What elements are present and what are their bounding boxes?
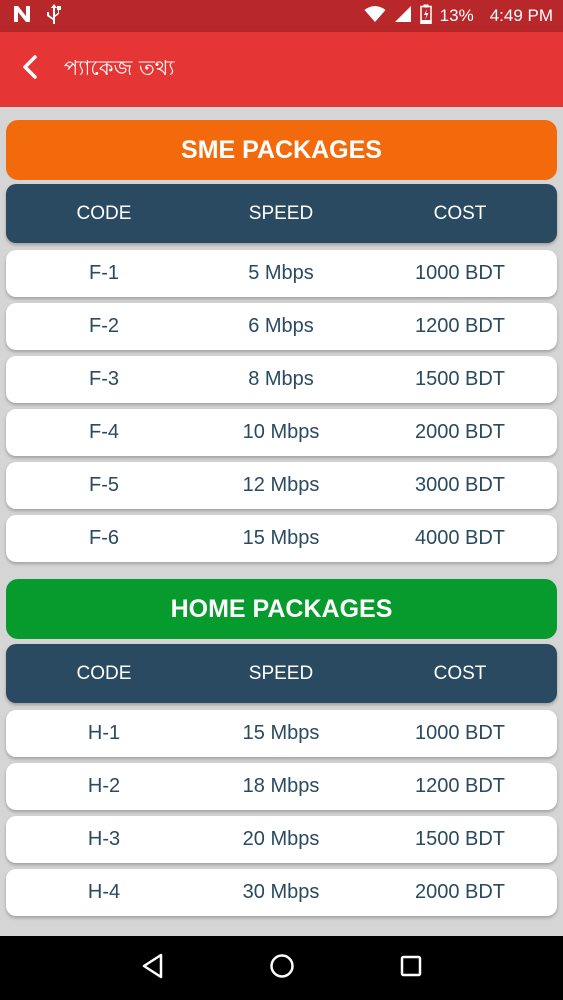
triangle-back-icon bbox=[141, 953, 165, 984]
table-row[interactable]: H-2 18 Mbps 1200 BDT bbox=[6, 763, 557, 810]
code-column-header: CODE bbox=[76, 662, 132, 684]
package-speed: 18 Mbps bbox=[242, 775, 320, 797]
chevron-left-icon bbox=[21, 54, 39, 85]
package-code: F-6 bbox=[89, 527, 119, 549]
package-code: H-2 bbox=[87, 775, 121, 797]
package-cost: 1000 BDT bbox=[414, 722, 506, 744]
package-speed: 15 Mbps bbox=[242, 527, 320, 549]
package-speed: 10 Mbps bbox=[242, 421, 320, 443]
package-code: F-2 bbox=[89, 315, 119, 337]
square-recents-icon bbox=[399, 954, 423, 983]
table-row[interactable]: F-1 5 Mbps 1000 BDT bbox=[6, 250, 557, 297]
table-row[interactable]: F-5 12 Mbps 3000 BDT bbox=[6, 462, 557, 509]
circle-home-icon bbox=[269, 953, 295, 984]
package-code: F-1 bbox=[89, 262, 119, 284]
table-row[interactable]: H-3 20 Mbps 1500 BDT bbox=[6, 816, 557, 863]
battery-icon bbox=[419, 4, 432, 29]
sme-section-header: SME PACKAGES bbox=[6, 120, 557, 180]
notification-n-icon bbox=[12, 5, 32, 28]
package-list[interactable]: SME PACKAGES CODE SPEED COST F-1 5 Mbps … bbox=[0, 107, 563, 936]
package-code: H-1 bbox=[87, 722, 121, 744]
sme-section-title: SME PACKAGES bbox=[181, 135, 382, 164]
table-row[interactable]: F-6 15 Mbps 4000 BDT bbox=[6, 515, 557, 562]
home-column-header: CODE SPEED COST bbox=[6, 644, 557, 703]
package-speed: 30 Mbps bbox=[242, 881, 320, 903]
sme-column-header: CODE SPEED COST bbox=[6, 184, 557, 243]
package-cost: 3000 BDT bbox=[414, 474, 506, 496]
navigation-bar bbox=[0, 936, 563, 1000]
package-cost: 1200 BDT bbox=[414, 775, 506, 797]
package-cost: 1200 BDT bbox=[414, 315, 506, 337]
app-bar: প্যাকেজ তথ্য bbox=[0, 32, 563, 107]
nav-recents-button[interactable] bbox=[387, 944, 435, 992]
nav-home-button[interactable] bbox=[258, 944, 306, 992]
signal-icon bbox=[394, 5, 412, 28]
package-cost: 1500 BDT bbox=[414, 368, 506, 390]
table-row[interactable]: H-4 30 Mbps 2000 BDT bbox=[6, 869, 557, 916]
package-code: F-4 bbox=[89, 421, 119, 443]
package-cost: 2000 BDT bbox=[414, 881, 506, 903]
package-code: H-3 bbox=[87, 828, 121, 850]
package-cost: 1000 BDT bbox=[414, 262, 506, 284]
cost-column-header: COST bbox=[433, 202, 487, 224]
home-section-title: HOME PACKAGES bbox=[170, 594, 393, 623]
package-speed: 15 Mbps bbox=[242, 722, 320, 744]
package-cost: 2000 BDT bbox=[414, 421, 506, 443]
package-speed: 20 Mbps bbox=[242, 828, 320, 850]
home-section-header: HOME PACKAGES bbox=[6, 579, 557, 639]
package-code: F-3 bbox=[89, 368, 119, 390]
status-right: 13% 4:49 PM bbox=[364, 4, 553, 29]
status-bar: 13% 4:49 PM bbox=[0, 0, 563, 32]
page-title: প্যাকেজ তথ্য bbox=[64, 56, 175, 80]
status-left bbox=[12, 3, 62, 30]
package-speed: 5 Mbps bbox=[248, 262, 314, 284]
nav-back-button[interactable] bbox=[129, 944, 177, 992]
speed-column-header: SPEED bbox=[248, 662, 314, 684]
speed-column-header: SPEED bbox=[248, 202, 314, 224]
back-button[interactable] bbox=[2, 42, 58, 98]
usb-icon bbox=[46, 3, 62, 30]
code-column-header: CODE bbox=[76, 202, 132, 224]
table-row[interactable]: F-3 8 Mbps 1500 BDT bbox=[6, 356, 557, 403]
package-speed: 6 Mbps bbox=[248, 315, 314, 337]
table-row[interactable]: F-4 10 Mbps 2000 BDT bbox=[6, 409, 557, 456]
clock: 4:49 PM bbox=[489, 6, 553, 25]
package-speed: 8 Mbps bbox=[248, 368, 314, 390]
package-cost: 1500 BDT bbox=[414, 828, 506, 850]
cost-column-header: COST bbox=[433, 662, 487, 684]
package-speed: 12 Mbps bbox=[242, 474, 320, 496]
wifi-icon bbox=[364, 5, 386, 28]
package-code: F-5 bbox=[89, 474, 119, 496]
battery-percent: 13% bbox=[439, 6, 474, 25]
package-code: H-4 bbox=[87, 881, 121, 903]
package-cost: 4000 BDT bbox=[414, 527, 506, 549]
table-row[interactable]: H-1 15 Mbps 1000 BDT bbox=[6, 710, 557, 757]
table-row[interactable]: F-2 6 Mbps 1200 BDT bbox=[6, 303, 557, 350]
